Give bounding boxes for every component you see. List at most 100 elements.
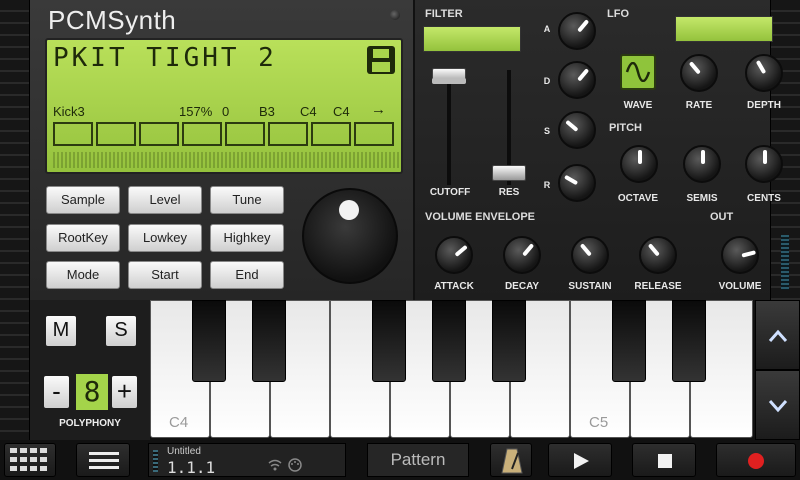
filter-decay-knob[interactable] [558,61,596,99]
record-button[interactable] [716,443,796,477]
lcd-cell [225,122,265,146]
song-name: Untitled [167,446,201,457]
lfo-depth-knob[interactable] [745,54,783,92]
attack-label: ATTACK [434,281,474,292]
polyphony-plus-button[interactable]: + [112,376,137,408]
out-volume-knob[interactable] [721,236,759,274]
lcd-cell [268,122,308,146]
pitch-label: PITCH [609,122,642,134]
black-key[interactable] [372,300,406,382]
filter-label: FILTER [425,8,463,20]
grid-button[interactable] [4,443,56,477]
menu-icon [89,452,119,469]
chevron-down-icon [768,400,787,413]
grid-icon [10,448,47,471]
vol-attack-knob[interactable] [435,236,473,274]
octave-down-button[interactable] [755,370,800,440]
left-rail [0,0,30,440]
end-button[interactable]: End [210,261,284,289]
black-key[interactable] [612,300,646,382]
cutoff-label: CUTOFF [429,187,471,198]
lcd-arrow-icon[interactable]: → [371,101,386,118]
wifi-midi-icon [268,458,302,472]
lowkey-button[interactable]: Lowkey [128,224,202,252]
lcd-cell [96,122,136,146]
preset-name: PKIT TIGHT 2 [53,43,277,73]
polyphony-label: POLYPHONY [59,418,121,429]
jog-wheel[interactable] [302,188,398,284]
record-icon [748,453,764,469]
lfo-label: LFO [607,8,629,20]
pitch-octave-knob[interactable] [620,145,658,183]
out-label: OUT [710,211,734,223]
sample-button[interactable]: Sample [46,186,120,214]
mute-button[interactable]: M [46,316,76,346]
octave-label: OCTAVE [617,193,659,204]
mode-button[interactable]: Mode [46,261,120,289]
filter-release-knob[interactable] [558,164,596,202]
vol-sustain-knob[interactable] [571,236,609,274]
start-button[interactable]: Start [128,261,202,289]
stop-icon [658,454,672,468]
mini-meter [153,450,158,472]
solo-button[interactable]: S [106,316,136,346]
metronome-button[interactable] [490,443,532,477]
cutoff-fader-track [447,70,451,185]
lcd-cells [53,122,394,146]
lcd-cell [53,122,93,146]
lfo-rate-knob[interactable] [680,54,718,92]
vol-release-knob[interactable] [639,236,677,274]
octave-up-button[interactable] [755,300,800,370]
play-icon [574,453,589,469]
black-key[interactable] [492,300,526,382]
song-position: 1.1.1 [167,458,216,477]
semis-label: SEMIS [686,193,718,204]
black-key[interactable] [672,300,706,382]
black-key[interactable] [192,300,226,382]
vol-decay-knob[interactable] [503,236,541,274]
chevron-up-icon [768,329,787,342]
filter-attack-knob[interactable] [558,12,596,50]
keyboard-controls: M S - 8 + POLYPHONY [30,300,150,440]
black-key[interactable] [432,300,466,382]
tune-button[interactable]: Tune [210,186,284,214]
rootkey-button[interactable]: RootKey [46,224,120,252]
lcd-dot-matrix [53,152,399,168]
jog-wheel-marker [339,200,359,220]
black-key[interactable] [252,300,286,382]
polyphony-value: 8 [76,374,108,410]
lcd-cell [354,122,394,146]
cents-label: CENTS [747,193,781,204]
sample-panel: PCMSynth PKIT TIGHT 2 Kick3 157% 0 B3 C4… [30,0,415,300]
lcd-high: C4 [333,104,350,119]
piano-keyboard: C4 C5 [150,300,755,440]
res-fader[interactable] [492,165,526,181]
lcd-cell [139,122,179,146]
output-level-meter [781,235,789,290]
polyphony-minus-button[interactable]: - [44,376,69,408]
decay-label: DECAY [504,281,540,292]
song-info: Untitled 1.1.1 [148,443,346,477]
c5-key-label: C5 [589,414,609,431]
pitch-cents-knob[interactable] [745,145,783,183]
lcd-cell [182,122,222,146]
wave-button[interactable] [620,54,656,90]
highkey-button[interactable]: Highkey [210,224,284,252]
play-button[interactable] [548,443,612,477]
lcd-sample: Kick3 [53,104,85,119]
lcd-tune: 0 [222,104,230,119]
stop-button[interactable] [632,443,696,477]
pitch-semis-knob[interactable] [683,145,721,183]
release-label: RELEASE [634,281,682,292]
rate-label: RATE [685,100,713,111]
volume-envelope-label: VOLUME ENVELOPE [425,211,536,223]
filter-sustain-knob[interactable] [558,111,596,149]
pattern-button[interactable]: Pattern [367,443,469,477]
cutoff-fader-shadow [432,78,466,84]
menu-button[interactable] [76,443,130,477]
screw-icon [390,10,400,20]
app-title: PCMSynth [48,5,177,35]
save-disk-icon[interactable] [367,46,395,74]
level-button[interactable]: Level [128,186,202,214]
lcd-params: Kick3 157% 0 B3 C4 C4 → [53,101,399,120]
